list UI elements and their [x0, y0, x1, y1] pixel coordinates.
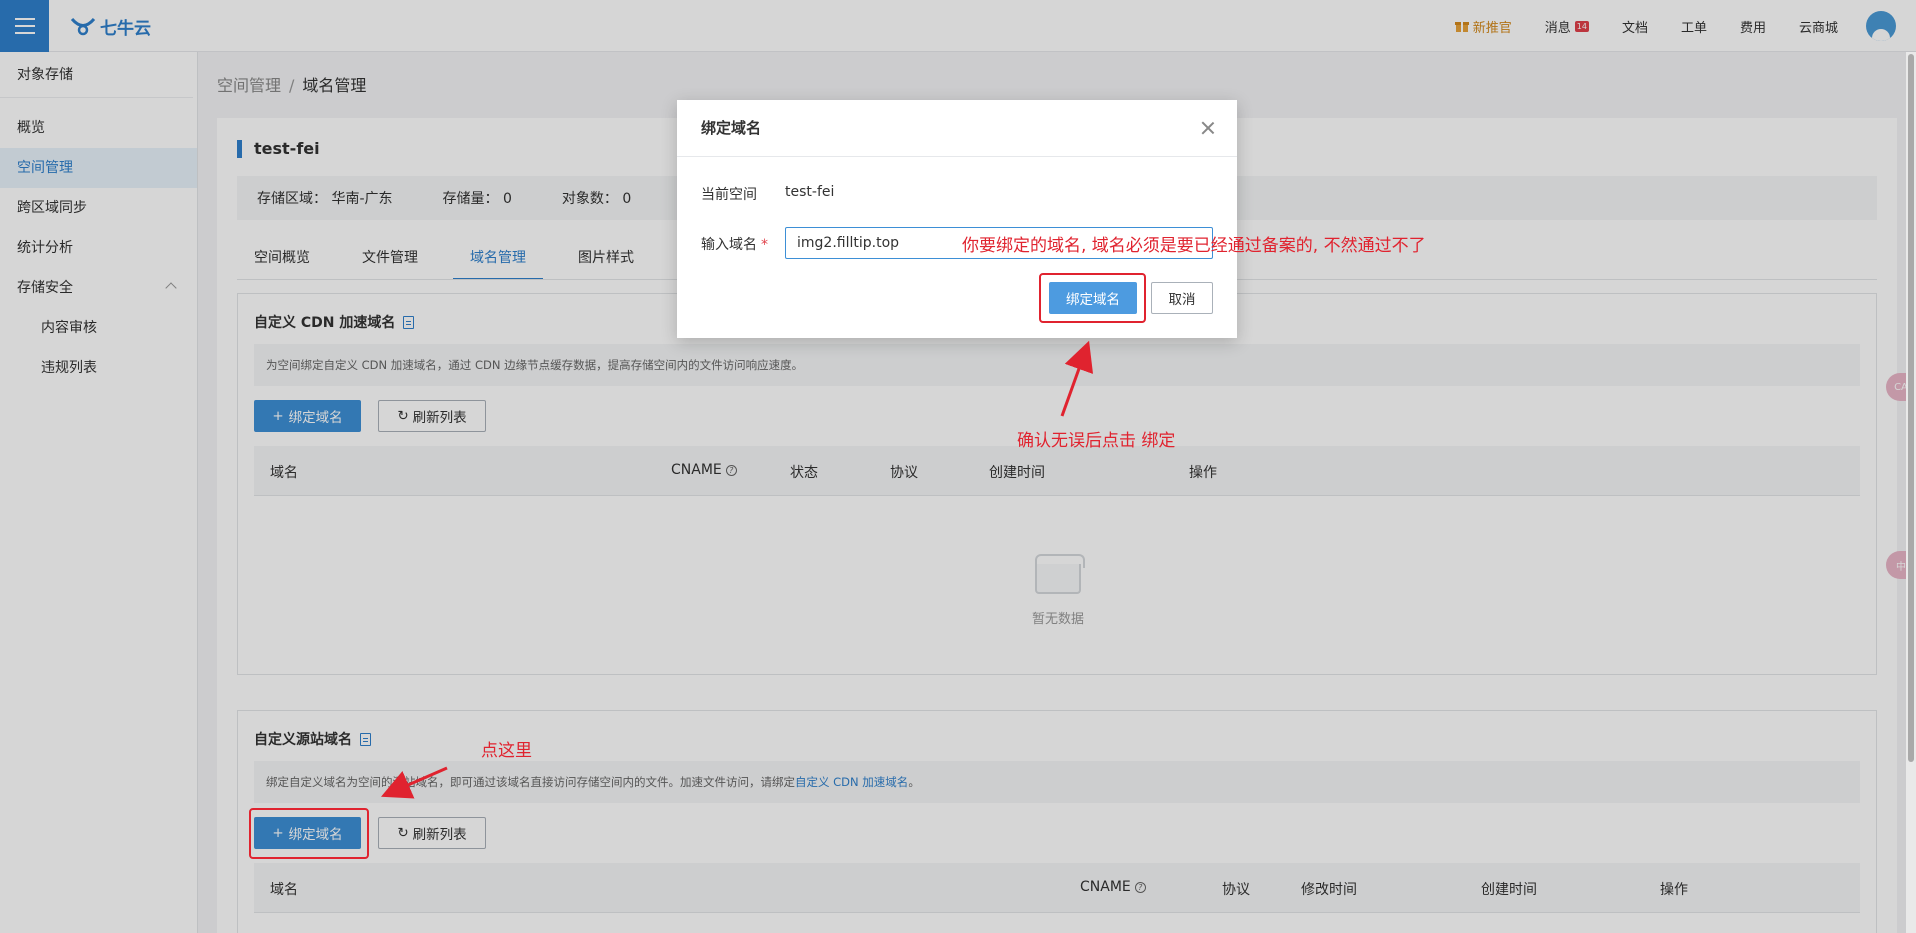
current-space-label: 当前空间	[701, 187, 757, 203]
annotation-click-here: 点这里	[481, 741, 532, 761]
highlight-confirm-button	[1039, 273, 1146, 323]
annotation-confirm-hint: 确认无误后点击 绑定	[1017, 431, 1176, 451]
scrollbar-thumb[interactable]	[1908, 54, 1914, 762]
modal-header: 绑定域名	[677, 100, 1237, 157]
cancel-button[interactable]: 取消	[1151, 282, 1213, 314]
highlight-bind-button	[249, 808, 369, 859]
close-icon[interactable]	[1201, 121, 1215, 135]
current-space-value: test-fei	[785, 184, 835, 200]
modal-title: 绑定域名	[701, 119, 762, 137]
bind-domain-modal: 绑定域名 当前空间 test-fei 输入域名 * img2.filltip.to…	[677, 100, 1237, 338]
domain-label-text: 输入域名	[701, 237, 757, 253]
page-scrollbar[interactable]	[1906, 52, 1916, 933]
required-mark: *	[761, 237, 768, 253]
annotation-domain-hint: 你要绑定的域名, 域名必须是要已经通过备案的, 不然通过不了	[962, 236, 1426, 256]
domain-input-label: 输入域名 *	[701, 234, 768, 254]
